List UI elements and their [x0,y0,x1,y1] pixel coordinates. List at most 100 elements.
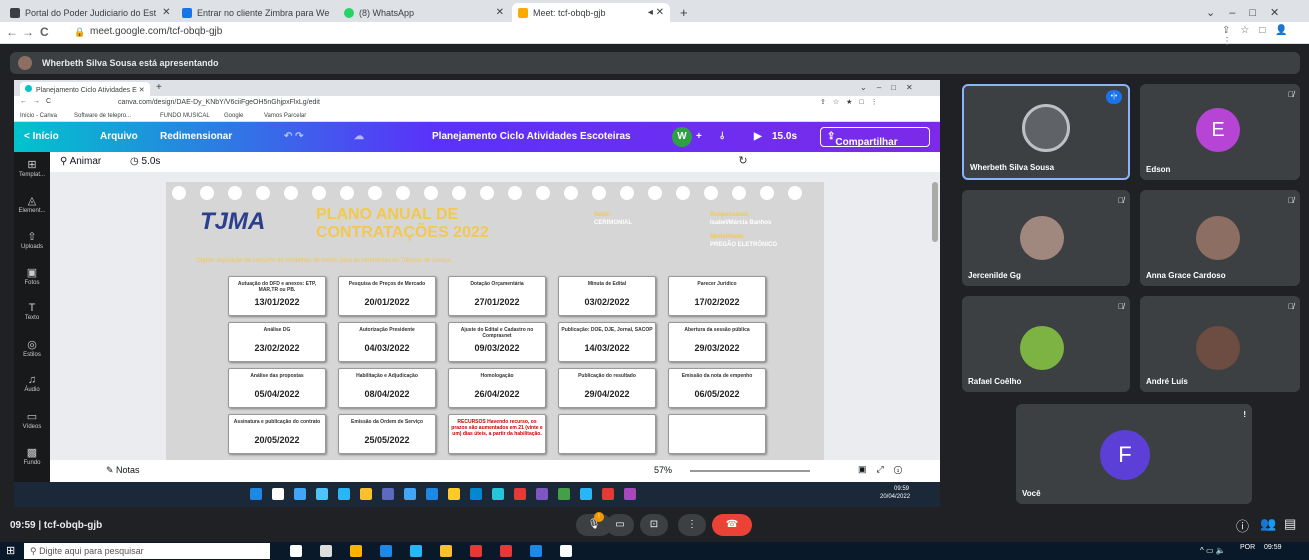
participant-tile[interactable]: 🎙̸ Anna Grace Cardoso [1140,190,1300,286]
pinned-app-icon[interactable] [380,545,392,557]
taskbar-app-icon[interactable] [426,488,438,500]
hang-up-button[interactable]: ☎ [712,514,752,536]
extension-icons[interactable]: ⇪☆★□⋮ [820,98,885,106]
taskbar-search[interactable]: ⚲ Digite aqui para pesquisar [24,543,270,559]
notes-button[interactable]: ✎ Notas [106,465,140,476]
bookmark[interactable]: Software de telepro... [74,113,131,119]
sidebar-item-videos[interactable]: ▭ Vídeos [14,410,50,430]
taskbar-app-icon[interactable] [580,488,592,500]
scrollbar[interactable] [932,182,938,242]
bookmark[interactable]: Google [224,113,243,119]
taskbar-app-icon[interactable] [294,488,306,500]
pinned-app-icon[interactable] [350,545,362,557]
close-icon[interactable]: ◂ ✕ [642,7,664,18]
pinned-app-icon[interactable] [440,545,452,557]
cloud-icon[interactable]: ☁ [354,131,364,142]
pinned-app-icon[interactable] [530,545,542,557]
tab-whatsapp[interactable]: (8) WhatsApp ✕ [338,3,510,22]
close-icon[interactable]: ✕ [490,7,504,18]
undo-icon[interactable]: ↶ ↷ [284,131,304,142]
participant-tile[interactable]: 🎙̸ Jercenilde Gg [962,190,1130,286]
info-icon[interactable]: ⓘ [1236,516,1249,535]
zoom-slider[interactable] [690,470,810,472]
participant-tile[interactable]: E 🎙̸ Edson [1140,84,1300,180]
sidebar-item-templates[interactable]: ⊞ Templat... [14,158,50,178]
taskbar-app-icon[interactable] [404,488,416,500]
close-icon[interactable]: ✕ [329,7,336,18]
chat-icon[interactable]: ▤ [1284,516,1296,532]
view-icons[interactable]: ▣⤢ⓘ [858,464,912,475]
refresh-icon[interactable]: ↻ [732,154,754,172]
pinned-app-icon[interactable] [470,545,482,557]
resize-button[interactable]: Redimensionar [160,131,232,142]
sidebar-item-background[interactable]: ▩ Fundo [14,446,50,466]
close-icon[interactable]: ✕ [156,7,170,18]
share-button[interactable]: ⇪ Compartilhar [820,127,930,148]
back-icon[interactable]: ← [6,25,18,39]
tray-icons[interactable]: ^ ▭ 🔈 [1200,546,1226,555]
tab-zimbra[interactable]: Entrar no cliente Zimbra para We✕ [176,3,336,22]
toolbar-icons[interactable]: ⇪☆□👤⋮ [1222,25,1309,47]
play-icon[interactable]: ▶ [754,131,762,142]
camera-button[interactable]: ▭ [606,514,634,536]
participant-tile[interactable]: 🎙̸ Rafael Coêlho [962,296,1130,392]
taskbar-app-icon[interactable] [536,488,548,500]
taskbar-app-icon[interactable] [492,488,504,500]
sidebar-item-uploads[interactable]: ⇧ Uploads [14,230,50,250]
more-button[interactable]: ⋮ [678,514,706,536]
windows-icon[interactable]: ⊞ [6,544,15,557]
taskbar-app-icon[interactable] [624,488,636,500]
taskbar-app-icon[interactable] [602,488,614,500]
url-field[interactable]: meet.google.com/tcf-obqb-gjb [90,26,222,37]
sidebar-item-elements[interactable]: ◬ Element... [14,194,50,214]
language[interactable]: POR [1240,544,1255,551]
taskbar-app-icon[interactable] [514,488,526,500]
inner-url[interactable]: canva.com/design/DAE-Dy_KNbY/V6ciiFgeOH5… [118,99,320,106]
participant-tile[interactable]: •|• Wherbeth Silva Sousa [962,84,1130,180]
taskbar-app-icon[interactable] [558,488,570,500]
tab-meet[interactable]: Meet: tcf-obqb-gjb ◂ ✕ [512,3,670,22]
tab-portal[interactable]: Portal do Poder Judiciario do Est ✕ [4,3,174,22]
people-icon[interactable]: 👥 [1260,516,1276,532]
bookmark[interactable]: Vamos Parcelar [264,113,306,119]
window-controls[interactable]: ⌄–□✕ [1200,3,1308,22]
sidebar-item-styles[interactable]: ◎ Estilos [14,338,50,358]
bookmark[interactable]: FUNDO MUSICAL [160,113,210,119]
forward-icon[interactable]: → [22,25,34,39]
taskbar-app-icon[interactable] [316,488,328,500]
add-icon[interactable]: + [696,131,702,142]
bookmark[interactable]: Início - Canva [20,113,57,119]
home-button[interactable]: < Início [24,131,59,142]
animate-button[interactable]: ⚲ Animar [60,156,101,167]
taskbar-app-icon[interactable] [382,488,394,500]
design-title[interactable]: Planejamento Ciclo Atividades Escoteiras [432,131,631,142]
taskbar-app-icon[interactable] [448,488,460,500]
self-tile[interactable]: F ! Você [1016,404,1252,504]
chart-icon[interactable]: ⫰ [720,131,724,142]
pinned-app-icon[interactable] [410,545,422,557]
taskbar-app-icon[interactable] [272,488,284,500]
pinned-app-icon[interactable] [320,545,332,557]
new-tab-button[interactable]: + [674,3,694,22]
pinned-app-icon[interactable] [500,545,512,557]
sidebar-item-audio[interactable]: ♫ Áudio [14,374,50,393]
sidebar-item-photos[interactable]: ▣ Fotos [14,266,50,286]
taskbar-app-icon[interactable] [360,488,372,500]
timing-button[interactable]: ◷ 5.0s [130,156,160,167]
inner-tab-canva[interactable]: Planejamento Ciclo Atividades E ✕ [20,82,150,96]
present-button[interactable]: ⊡ [640,514,668,536]
participant-tile[interactable]: 🎙̸ André Luís [1140,296,1300,392]
taskbar-app-icon[interactable] [338,488,350,500]
taskbar-app-icon[interactable] [470,488,482,500]
sidebar-item-text[interactable]: T Texto [14,302,50,321]
reload-icon[interactable]: C [40,25,49,39]
pinned-app-icon[interactable] [560,545,572,557]
taskbar-app-icon[interactable] [250,488,262,500]
slide-canvas[interactable]: TJMA PLANO ANUAL DE CONTRATAÇÕES 2022 Se… [166,182,824,472]
file-menu[interactable]: Arquivo [100,131,138,142]
new-tab-button[interactable]: + [156,82,162,93]
window-controls[interactable]: ⌄–□✕ [860,83,923,92]
nav-icons[interactable]: ←→C [20,98,57,105]
pinned-app-icon[interactable] [290,545,302,557]
avatar[interactable]: W [672,127,692,147]
